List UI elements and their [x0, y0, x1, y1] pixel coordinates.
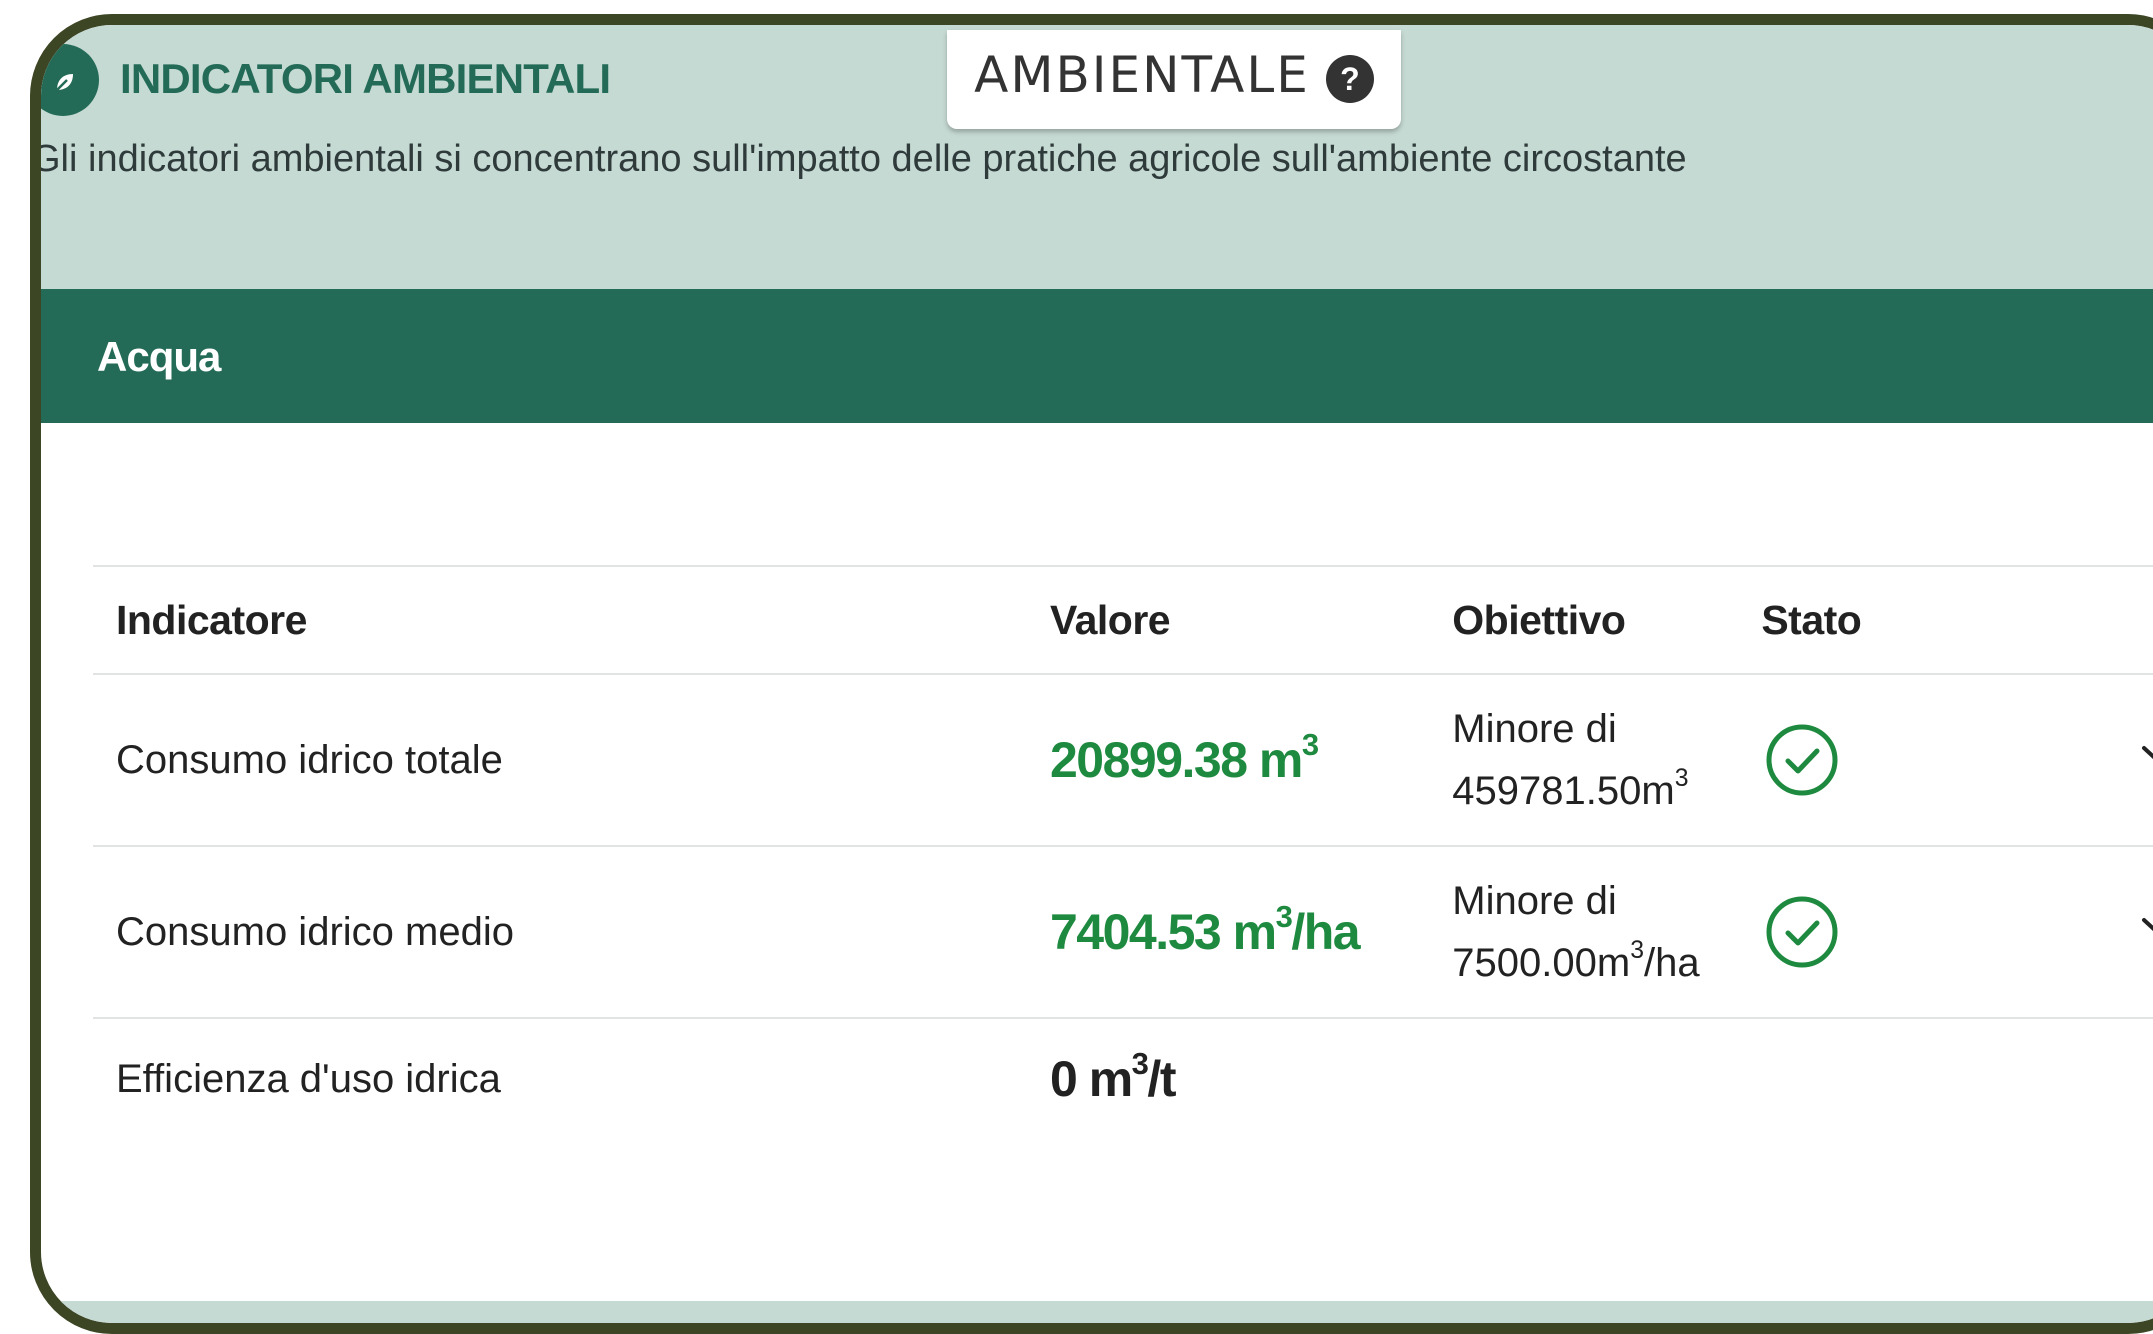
- help-icon[interactable]: ?: [1325, 55, 1374, 103]
- indicator-status: [1738, 674, 1944, 846]
- expand-cell[interactable]: [1944, 674, 2153, 846]
- category-header: Acqua: [41, 289, 2153, 423]
- chevron-down-icon[interactable]: [2140, 740, 2153, 780]
- chevron-down-icon[interactable]: [2140, 912, 2153, 952]
- device-frame: INDICATORI AMBIENTALI Gli indicatori amb…: [30, 14, 2153, 1334]
- indicator-value: 0 m3/t: [1050, 1045, 1176, 1107]
- indicator-target: Minore di 459781.50m3: [1452, 707, 1689, 813]
- section-badge: [41, 44, 99, 116]
- table-row: Efficienza d'uso idrica 0 m3/t: [93, 1018, 2153, 1139]
- indicator-target: Minore di 7500.00m3/ha: [1452, 879, 1700, 985]
- indicator-value: 7404.53 m3/ha: [1050, 898, 1361, 960]
- column-header-target: Obiettivo: [1452, 596, 1626, 643]
- tab-ambientale[interactable]: AMBIENTALE ?: [947, 30, 1401, 129]
- category-title: Acqua: [97, 333, 221, 380]
- indicator-name: Consumo idrico medio: [116, 909, 514, 954]
- table-row[interactable]: Consumo idrico medio 7404.53 m3/ha Minor…: [93, 846, 2153, 1018]
- column-header-indicator: Indicatore: [116, 596, 307, 643]
- check-circle-icon: [1766, 724, 1838, 796]
- indicator-name: Consumo idrico totale: [116, 737, 503, 782]
- indicator-value: 20899.38 m3: [1050, 726, 1319, 788]
- indicator-target: [1429, 1018, 1738, 1139]
- next-section-strip: [41, 1301, 2153, 1323]
- leaf-icon: [56, 74, 73, 91]
- indicator-name: Efficienza d'uso idrica: [116, 1056, 501, 1101]
- indicator-status: [1738, 1018, 1944, 1139]
- check-circle-icon: [1766, 896, 1838, 968]
- column-header-value: Valore: [1050, 596, 1171, 643]
- table-header-row: Indicatore Valore Obiettivo Stato: [93, 566, 2153, 674]
- indicator-status: [1738, 846, 1944, 1018]
- column-header-status: Stato: [1761, 596, 1862, 643]
- section-title: INDICATORI AMBIENTALI: [120, 55, 611, 102]
- table-row[interactable]: Consumo idrico totale 20899.38 m3 Minore…: [93, 674, 2153, 846]
- expand-cell: [1944, 1018, 2153, 1139]
- indicators-table: Indicatore Valore Obiettivo Stato Consum…: [93, 565, 2153, 1139]
- section-description: Gli indicatori ambientali si concentrano…: [31, 138, 1687, 180]
- tab-label: AMBIENTALE: [974, 46, 1310, 104]
- column-header-expand: [1944, 566, 2153, 674]
- expand-cell[interactable]: [1944, 846, 2153, 1018]
